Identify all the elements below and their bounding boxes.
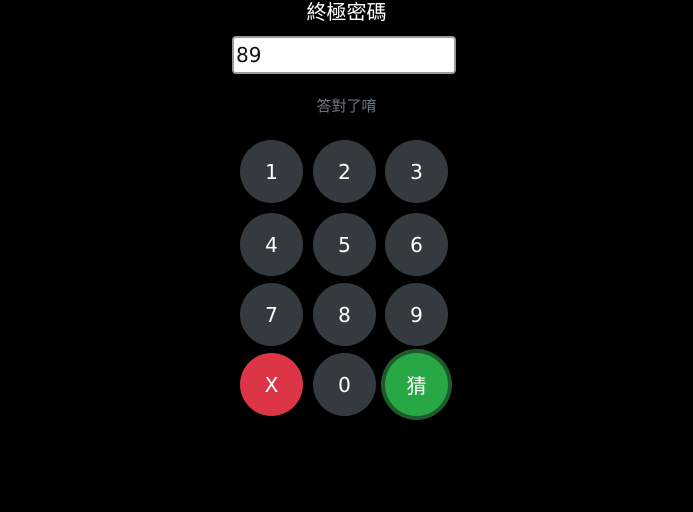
key-3-button[interactable]: 3 bbox=[385, 140, 448, 203]
key-9-button[interactable]: 9 bbox=[385, 283, 448, 346]
status-message: 答對了唷 bbox=[316, 97, 377, 115]
page-title: 終極密碼 bbox=[306, 0, 387, 24]
key-8-button[interactable]: 8 bbox=[313, 283, 376, 346]
guess-number-app: 終極密碼 答對了唷 1 2 3 4 5 6 7 8 9 X 0 猜 bbox=[0, 0, 693, 512]
key-7-button[interactable]: 7 bbox=[240, 283, 303, 346]
key-5-button[interactable]: 5 bbox=[313, 213, 376, 276]
key-6-button[interactable]: 6 bbox=[385, 213, 448, 276]
guess-button[interactable]: 猜 bbox=[385, 353, 448, 416]
clear-button[interactable]: X bbox=[240, 353, 303, 416]
key-2-button[interactable]: 2 bbox=[313, 140, 376, 203]
guess-input[interactable] bbox=[232, 36, 456, 74]
key-1-button[interactable]: 1 bbox=[240, 140, 303, 203]
key-4-button[interactable]: 4 bbox=[240, 213, 303, 276]
key-0-button[interactable]: 0 bbox=[313, 353, 376, 416]
